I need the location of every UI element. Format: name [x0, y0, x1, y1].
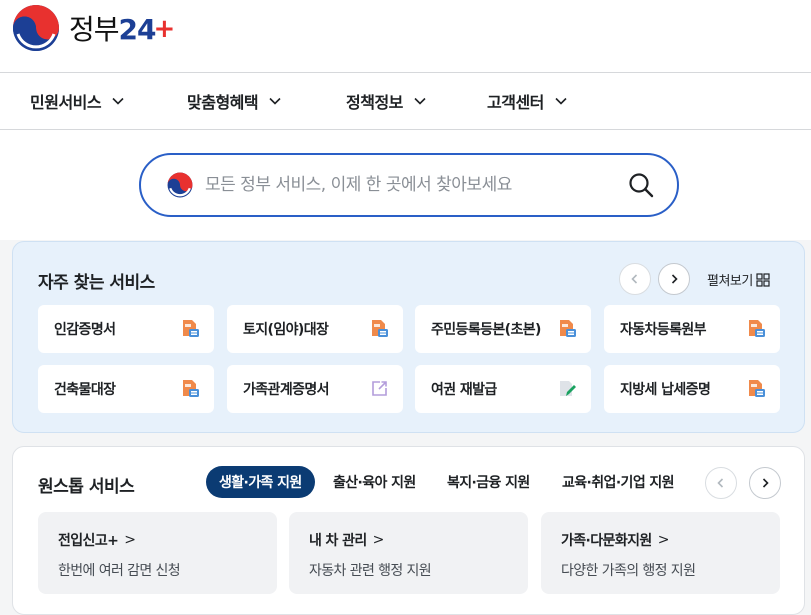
service-label: 건축물대장 [54, 382, 116, 398]
chevron-down-icon [414, 97, 426, 105]
external-link-icon [372, 381, 387, 396]
logo-wordmark: 정부24+ [69, 13, 175, 46]
chevron-right-icon: > [124, 532, 136, 548]
grid-icon [756, 272, 770, 287]
section-title: 자주 찾는 서비스 [38, 273, 155, 293]
service-label: 인감증명서 [54, 322, 116, 338]
chevron-left-icon [631, 274, 638, 284]
taegeuk-logo-icon [167, 172, 193, 198]
nav-label: 정책정보 [346, 93, 403, 112]
search-icon[interactable] [627, 171, 655, 199]
chevron-down-icon [269, 97, 281, 105]
section-title: 원스톱 서비스 [38, 477, 135, 497]
chevron-down-icon [112, 97, 124, 105]
tab-life-family[interactable]: 생활·가족 지원 [206, 466, 315, 498]
service-card-family-relation[interactable]: 가족관계증명서 [227, 365, 403, 413]
card-description: 자동차 관련 행정 지원 [309, 563, 432, 579]
service-card-land-register[interactable]: 토지(임야)대장 [227, 305, 403, 353]
service-card-local-tax-certificate[interactable]: 지방세 납세증명 [604, 365, 780, 413]
edit-document-icon [560, 381, 576, 396]
pdf-document-icon [183, 380, 199, 397]
tab-birth-childcare[interactable]: 출산·육아 지원 [333, 466, 416, 498]
next-button[interactable] [658, 263, 690, 295]
pdf-document-icon [749, 380, 765, 397]
pdf-document-icon [749, 320, 765, 337]
search-bar[interactable] [139, 153, 679, 217]
chevron-right-icon [762, 478, 769, 488]
card-title: 전입신고+ > [58, 532, 136, 549]
onestop-card-move-in-report[interactable]: 전입신고+ > 한번에 여러 감면 신청 [38, 512, 277, 594]
gov24-logo[interactable]: 정부24+ [12, 4, 175, 52]
service-card-building-register[interactable]: 건축물대장 [38, 365, 214, 413]
nav-item-custom-benefits[interactable]: 맞춤형혜택 [187, 73, 282, 129]
nav-label: 민원서비스 [30, 93, 102, 112]
nav-label: 맞춤형혜택 [187, 93, 259, 112]
card-title: 내 차 관리 > [309, 532, 385, 549]
tab-welfare-finance[interactable]: 복지·금융 지원 [447, 466, 530, 498]
card-description: 다양한 가족의 행정 지원 [561, 563, 696, 579]
service-card-passport-reissue[interactable]: 여권 재발급 [415, 365, 591, 413]
card-title: 가족·다문화지원 > [561, 532, 670, 549]
service-card-resident-registration[interactable]: 주민등록등본(초본) [415, 305, 591, 353]
expand-label: 펼쳐보기 [707, 274, 753, 289]
expand-button[interactable]: 펼쳐보기 [707, 270, 770, 289]
service-label: 가족관계증명서 [243, 382, 330, 398]
chevron-down-icon [555, 97, 567, 105]
search-section [0, 130, 811, 240]
chevron-right-icon: > [657, 532, 670, 548]
nav-label: 고객센터 [487, 93, 544, 112]
onestop-card-my-car[interactable]: 내 차 관리 > 자동차 관련 행정 지원 [289, 512, 528, 594]
header: 정부24+ [0, 0, 811, 72]
service-card-vehicle-register[interactable]: 자동차등록원부 [604, 305, 780, 353]
search-input[interactable] [205, 175, 627, 195]
prev-button[interactable] [619, 263, 651, 295]
pdf-document-icon [372, 320, 388, 337]
next-button[interactable] [749, 467, 781, 499]
service-label: 주민등록등본(초본) [431, 322, 541, 338]
tab-education-employment[interactable]: 교육·취업·기업 지원 [562, 466, 675, 498]
main-nav: 민원서비스 맞춤형혜택 정책정보 고객센터 [0, 72, 811, 130]
card-description: 한번에 여러 감면 신청 [58, 563, 181, 579]
onestop-services-panel: 원스톱 서비스 생활·가족 지원 출산·육아 지원 복지·금융 지원 교육·취업… [12, 446, 805, 615]
pdf-document-icon [560, 320, 576, 337]
service-label: 여권 재발급 [431, 382, 497, 398]
nav-item-customer-center[interactable]: 고객센터 [487, 73, 568, 129]
pdf-document-icon [183, 320, 199, 337]
nav-item-civil-services[interactable]: 민원서비스 [30, 73, 125, 129]
service-label: 토지(임야)대장 [243, 322, 329, 338]
taegeuk-logo-icon [13, 5, 59, 51]
nav-item-policy-info[interactable]: 정책정보 [346, 73, 427, 129]
chevron-left-icon [717, 478, 724, 488]
chevron-right-icon [671, 274, 678, 284]
onestop-card-multicultural-family[interactable]: 가족·다문화지원 > 다양한 가족의 행정 지원 [541, 512, 780, 594]
chevron-right-icon: > [372, 532, 385, 548]
service-label: 지방세 납세증명 [620, 382, 711, 398]
prev-button[interactable] [705, 467, 737, 499]
service-label: 자동차등록원부 [620, 322, 707, 338]
service-card-seal-certificate[interactable]: 인감증명서 [38, 305, 214, 353]
frequent-services-panel: 자주 찾는 서비스 펼쳐보기 인감증명서 토지(임야)대장 주민등록등본(초본)… [12, 241, 805, 433]
